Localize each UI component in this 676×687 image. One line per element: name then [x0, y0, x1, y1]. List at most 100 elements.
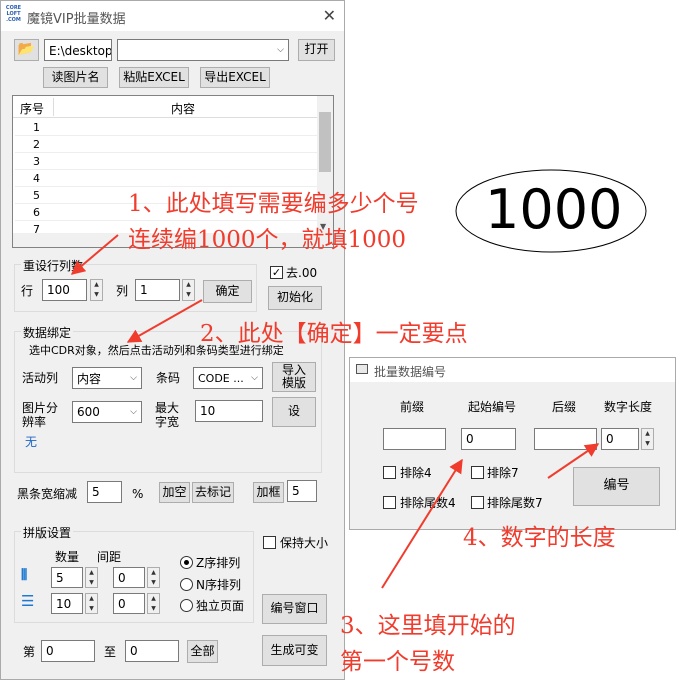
- to-label: 至: [104, 645, 117, 659]
- col-count-input[interactable]: 1: [135, 279, 180, 301]
- single-page-label: 独立页面: [196, 599, 245, 613]
- from-input[interactable]: 0: [41, 640, 95, 662]
- qty-label: 数量: [55, 550, 80, 564]
- numbering-window-button[interactable]: 编号窗口: [262, 594, 327, 624]
- exclude-tail-4-label: 排除尾数4: [400, 496, 456, 510]
- generate-button[interactable]: 生成可变: [262, 635, 327, 666]
- keep-size-checkbox[interactable]: [263, 536, 276, 549]
- number-button[interactable]: 编号: [573, 467, 660, 506]
- bar-shrink-label: 黑条宽缩减: [17, 487, 78, 501]
- none-text: 无: [25, 435, 38, 449]
- spacing-h-stepper[interactable]: ▲ ▼: [147, 567, 160, 588]
- row-index: 2: [33, 138, 40, 151]
- annotation-2: 2、此处【确定】一定要点: [200, 321, 468, 347]
- vertical-layout-icon: ☰: [21, 592, 35, 610]
- open-button[interactable]: 打开: [298, 39, 335, 61]
- start-number-input[interactable]: 0: [461, 428, 516, 450]
- max-width-input[interactable]: 10: [195, 400, 263, 422]
- read-image-name-button[interactable]: 读图片名: [43, 67, 108, 88]
- main-window-title: 魔镜VIP批量数据: [27, 12, 126, 27]
- row-index: 4: [33, 172, 40, 185]
- add-frame-input[interactable]: 5: [287, 480, 317, 502]
- suffix-input[interactable]: [534, 428, 597, 450]
- barcode-select[interactable]: CODE ... ⌵: [193, 367, 263, 389]
- close-icon[interactable]: ✕: [323, 6, 336, 25]
- export-excel-button[interactable]: 导出EXCEL: [200, 67, 270, 88]
- annotation-3-line1: 3、这里填开始的: [340, 613, 516, 639]
- exclude-tail-4-checkbox[interactable]: [383, 496, 396, 509]
- all-button[interactable]: 全部: [187, 640, 218, 663]
- qty-h-stepper[interactable]: ▲ ▼: [85, 567, 98, 588]
- col-index-header: 序号: [20, 102, 45, 116]
- single-page-radio[interactable]: [180, 599, 193, 612]
- layout-group-label: 拼版设置: [21, 524, 74, 541]
- table-row[interactable]: 2: [15, 136, 317, 153]
- path-combo[interactable]: ⌵: [117, 39, 289, 61]
- col-count-stepper[interactable]: ▲ ▼: [182, 279, 195, 301]
- init-button[interactable]: 初始化: [268, 286, 322, 310]
- row-index: 6: [33, 206, 40, 219]
- coreloft-logo: CORE LOFT .COM: [5, 5, 22, 23]
- numbering-window-title: 批量数据编号: [374, 365, 447, 379]
- row-index: 5: [33, 189, 40, 202]
- reset-rows-cols-label: 重设行列数: [21, 257, 86, 274]
- barcode-value: CODE ...: [198, 371, 244, 385]
- chevron-down-icon: ⌵: [277, 45, 284, 55]
- remove-mark-button[interactable]: 去标记: [192, 482, 234, 503]
- exclude-4-label: 排除4: [400, 466, 432, 480]
- image-res-value: 600: [77, 405, 100, 419]
- col-label: 列: [116, 284, 129, 298]
- table-row[interactable]: 1: [15, 119, 317, 136]
- open-folder-button[interactable]: 📂: [14, 39, 39, 61]
- barcode-label: 条码: [156, 371, 181, 385]
- n-order-radio[interactable]: [180, 578, 193, 591]
- digits-label: 数字长度: [604, 400, 653, 414]
- row-index: 3: [33, 155, 40, 168]
- annotation-1-line1: 1、此处填写需要编多少个号: [128, 191, 419, 217]
- qty-v-input[interactable]: 10: [51, 593, 83, 614]
- chevron-down-icon: ⌵: [130, 407, 137, 417]
- exclude-tail-7-checkbox[interactable]: [471, 496, 484, 509]
- add-frame-button[interactable]: 加框: [253, 482, 284, 503]
- import-template-button[interactable]: 导入模版: [272, 362, 316, 392]
- z-order-radio[interactable]: [180, 556, 193, 569]
- data-binding-label: 数据绑定: [21, 324, 74, 341]
- image-res-select[interactable]: 600 ⌵: [72, 401, 142, 423]
- big-number-label: 1000: [485, 178, 623, 241]
- qty-v-stepper[interactable]: ▲ ▼: [85, 593, 98, 614]
- add-space-button[interactable]: 加空: [159, 482, 190, 503]
- remove-00-label: 去.00: [286, 266, 318, 280]
- row-count-input[interactable]: 100: [42, 279, 87, 301]
- remove-00-checkbox[interactable]: ✓: [270, 266, 283, 279]
- row-label: 行: [21, 284, 34, 298]
- exclude-4-checkbox[interactable]: [383, 466, 396, 479]
- col-content-header: 内容: [171, 102, 196, 116]
- confirm-button[interactable]: 确定: [203, 280, 252, 303]
- exclude-7-checkbox[interactable]: [471, 466, 484, 479]
- header-divider: [53, 98, 54, 116]
- digits-stepper[interactable]: ▲ ▼: [641, 428, 654, 450]
- path-input[interactable]: E:\desktop\黑: [44, 39, 112, 61]
- active-col-select[interactable]: 内容 ⌵: [72, 367, 142, 389]
- spacing-v-input[interactable]: 0: [113, 593, 145, 614]
- set-button[interactable]: 设: [272, 397, 316, 427]
- active-col-value: 内容: [77, 371, 102, 386]
- row-count-stepper[interactable]: ▲ ▼: [90, 279, 103, 301]
- spacing-h-input[interactable]: 0: [113, 567, 145, 588]
- max-width-label: 最大字宽: [155, 401, 180, 430]
- digits-input[interactable]: 0: [601, 428, 639, 450]
- table-row[interactable]: 3: [15, 153, 317, 170]
- main-title-bar: CORE LOFT .COM 魔镜VIP批量数据 ✕: [1, 1, 344, 31]
- chevron-down-icon: ⌵: [251, 373, 258, 383]
- prefix-input[interactable]: [383, 428, 446, 450]
- paste-excel-button[interactable]: 粘贴EXCEL: [119, 67, 189, 88]
- bar-shrink-input[interactable]: 5: [87, 481, 122, 503]
- keep-size-label: 保持大小: [280, 536, 329, 550]
- annotation-3-line2: 第一个号数: [340, 649, 455, 675]
- scroll-thumb[interactable]: [319, 112, 331, 172]
- qty-h-input[interactable]: 5: [51, 567, 83, 588]
- spacing-v-stepper[interactable]: ▲ ▼: [147, 593, 160, 614]
- horizontal-layout-icon: ⫴: [21, 566, 28, 584]
- row-index: 1: [33, 121, 40, 134]
- to-input[interactable]: 0: [125, 640, 179, 662]
